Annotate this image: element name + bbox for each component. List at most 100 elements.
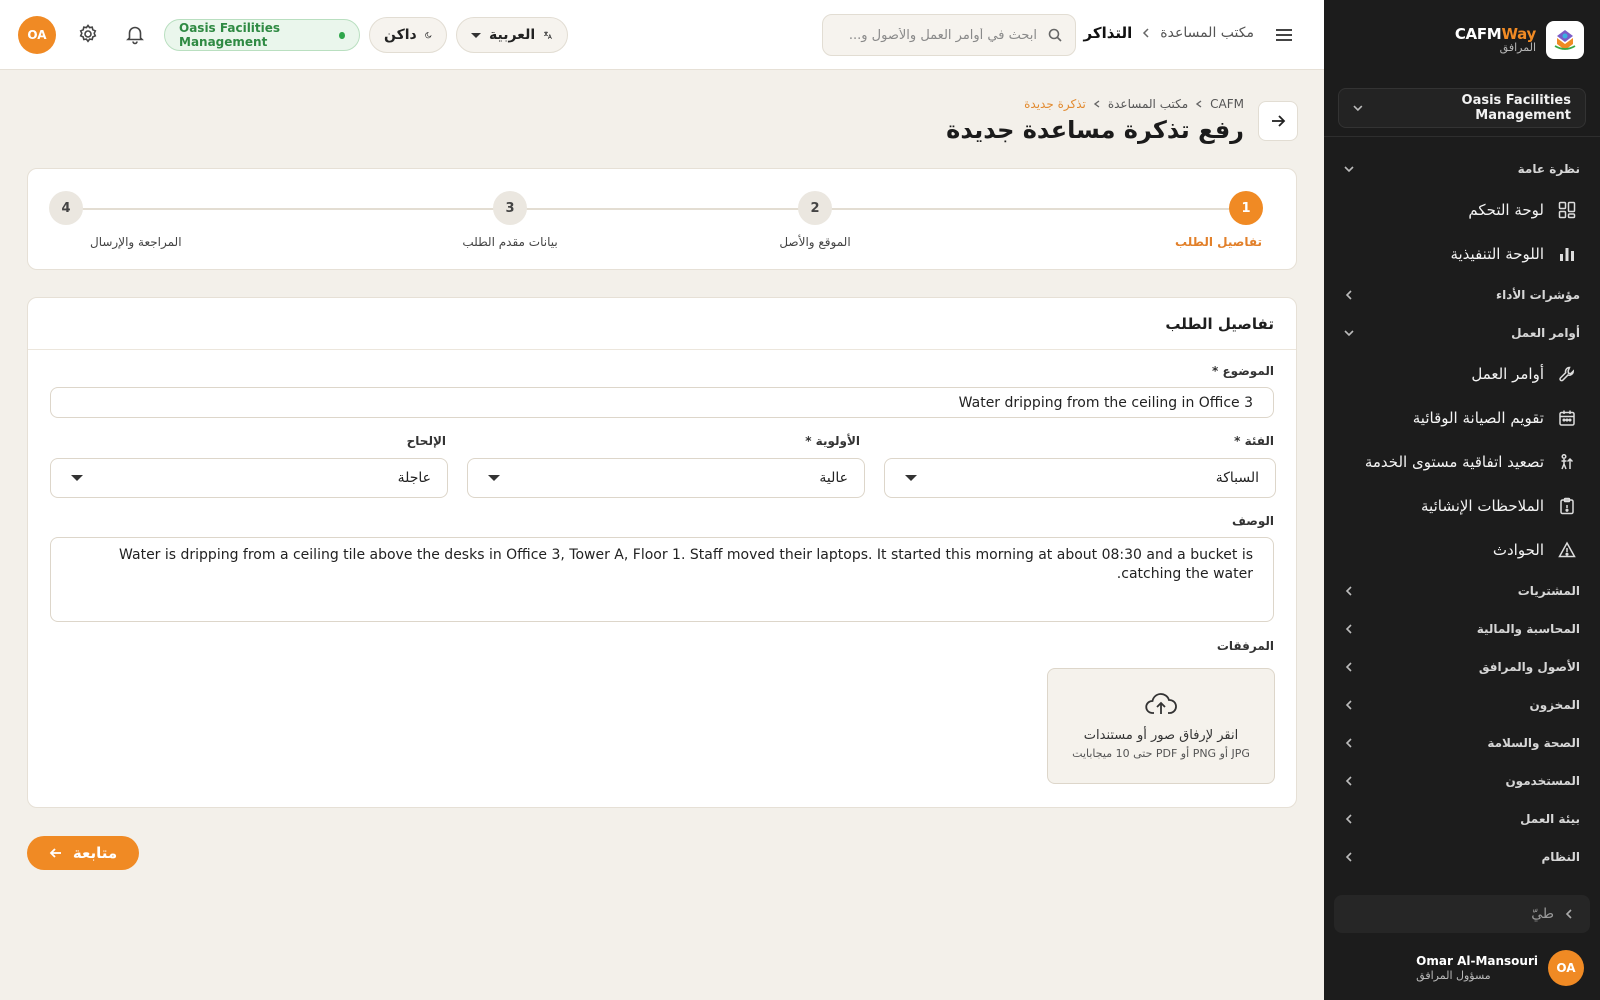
chevron-left-icon — [1565, 909, 1572, 919]
clipboard-icon — [1556, 495, 1578, 517]
top-breadcrumb: مكتب المساعدة التذاكر — [1084, 24, 1254, 42]
sidebar-item-sla-escalation[interactable]: تصعيد اتفاقية مستوى الخدمة — [1324, 440, 1600, 484]
nav-group-purchasing[interactable]: المشتريات — [1324, 572, 1600, 610]
nav-group-system[interactable]: النظام — [1324, 838, 1600, 876]
step-3[interactable]: 3 بيانات مقدم الطلب — [390, 191, 630, 249]
theme-toggle[interactable]: داكن — [369, 17, 447, 53]
theme-label: داكن — [384, 27, 417, 43]
nav-group-users[interactable]: المستخدمون — [1324, 762, 1600, 800]
step-number: 2 — [798, 191, 832, 225]
sidebar-nav: نظرة عامة لوحة التحكم اللوحة التنفيذية م… — [1324, 150, 1600, 890]
calendar-icon — [1556, 407, 1578, 429]
brand[interactable]: CAFMWay المرافق — [1455, 20, 1584, 60]
breadcrumb-item[interactable]: مكتب المساعدة — [1108, 97, 1188, 111]
subject-input[interactable]: Water dripping from the ceiling in Offic… — [50, 387, 1274, 418]
sidebar-user[interactable]: OA Omar Al-Mansouri مسؤول المرافق — [1416, 950, 1584, 986]
step-label: بيانات مقدم الطلب — [462, 235, 558, 249]
cloud-upload-icon — [1145, 693, 1177, 714]
chevron-left-icon — [1345, 700, 1352, 710]
urgency-label: الإلحاح — [406, 434, 446, 448]
subject-label: الموضوع * — [1212, 364, 1274, 378]
top-breadcrumb-parent[interactable]: مكتب المساعدة — [1160, 25, 1254, 41]
user-name: Omar Al-Mansouri — [1416, 953, 1538, 968]
step-2[interactable]: 2 الموقع والأصل — [695, 191, 935, 249]
top-bar: مكتب المساعدة التذاكر العربية داكن Oasis… — [0, 0, 1324, 70]
chevron-left-icon — [1093, 100, 1100, 108]
attachment-dropzone[interactable]: انقر لإرفاق صور أو مستندات JPG أو PNG أو… — [1047, 668, 1275, 784]
sidebar-item-work-orders[interactable]: أوامر العمل — [1324, 352, 1600, 396]
chevron-left-icon — [1345, 776, 1352, 786]
request-details-card: تفاصيل الطلب الموضوع * Water dripping fr… — [27, 297, 1297, 808]
bell-icon[interactable] — [122, 23, 146, 47]
breadcrumb-item[interactable]: CAFM — [1210, 97, 1244, 111]
search-icon — [1048, 28, 1062, 42]
language-select[interactable]: العربية — [456, 17, 568, 53]
nav-group-overview[interactable]: نظرة عامة — [1324, 150, 1600, 188]
sidebar-item-construction-notes[interactable]: الملاحظات الإنشائية — [1324, 484, 1600, 528]
user-avatar-button[interactable]: OA — [18, 16, 56, 54]
chevron-left-icon — [1345, 624, 1352, 634]
sidebar-item-pm-calendar[interactable]: تقويم الصيانة الوقائية — [1324, 396, 1600, 440]
chevron-left-icon — [1345, 814, 1352, 824]
nav-group-inventory[interactable]: المخزون — [1324, 686, 1600, 724]
search-input[interactable] — [835, 27, 1037, 43]
organization-select[interactable]: Oasis Facilities Management — [1338, 88, 1586, 128]
brand-logo-icon — [1546, 21, 1584, 59]
urgency-select[interactable]: عاجلة — [50, 458, 448, 498]
arrow-right-icon — [1272, 115, 1286, 127]
upload-hint: JPG أو PNG أو PDF حتى 10 ميجابايت — [1072, 747, 1250, 760]
brand-subtitle: المرافق — [1499, 41, 1536, 55]
gear-icon[interactable] — [75, 23, 99, 47]
step-1[interactable]: 1 تفاصيل الطلب — [1126, 191, 1366, 249]
organization-badge: Oasis Facilities Management — [164, 19, 360, 51]
chevron-down-icon — [1344, 330, 1354, 337]
bar-chart-icon — [1556, 243, 1578, 265]
step-label: الموقع والأصل — [779, 235, 851, 249]
nav-group-hse[interactable]: الصحة والسلامة — [1324, 724, 1600, 762]
sidebar-divider — [1324, 136, 1600, 137]
warning-icon — [1556, 539, 1578, 561]
continue-button[interactable]: متابعة — [27, 836, 139, 870]
description-textarea[interactable]: Water is dripping from a ceiling tile ab… — [50, 537, 1274, 622]
chevron-left-icon — [1345, 586, 1352, 596]
step-label: المراجعة والإرسال — [90, 235, 182, 249]
organization-badge-label: Oasis Facilities Management — [179, 21, 281, 49]
nav-group-work-orders[interactable]: أوامر العمل — [1324, 314, 1600, 352]
category-select[interactable]: السباكة — [884, 458, 1276, 498]
nav-group-accounting[interactable]: المحاسبة والمالية — [1324, 610, 1600, 648]
sidebar: CAFMWay المرافق Oasis Facilities Managem… — [1324, 0, 1600, 1000]
nav-group-environment[interactable]: بيئة العمل — [1324, 800, 1600, 838]
stepper: 1 تفاصيل الطلب 2 الموقع والأصل 3 بيانات … — [27, 168, 1297, 270]
back-button[interactable] — [1258, 101, 1298, 141]
translate-icon — [544, 31, 552, 39]
wrench-icon — [1556, 363, 1578, 385]
arrow-left-icon — [49, 848, 61, 858]
chevron-down-icon — [1344, 166, 1354, 173]
language-label: العربية — [489, 27, 536, 43]
top-breadcrumb-current: التذاكر — [1083, 24, 1133, 42]
priority-select[interactable]: عالية — [467, 458, 865, 498]
caret-down-icon — [905, 475, 917, 481]
menu-icon[interactable] — [1272, 23, 1296, 47]
step-number: 1 — [1229, 191, 1263, 225]
category-label: الفئة * — [1234, 434, 1274, 448]
nav-group-kpis[interactable]: مؤشرات الأداء — [1324, 276, 1600, 314]
chevron-left-icon — [1143, 28, 1149, 38]
priority-value: عالية — [819, 470, 848, 486]
caret-down-icon — [471, 32, 481, 38]
page-title: رفع تذكرة مساعدة جديدة — [946, 116, 1244, 144]
step-4[interactable]: 4 المراجعة والإرسال — [0, 191, 186, 249]
sidebar-item-incidents[interactable]: الحوادث — [1324, 528, 1600, 572]
sidebar-collapse-label: طيّ — [1531, 906, 1554, 922]
sidebar-item-executive[interactable]: اللوحة التنفيذية — [1324, 232, 1600, 276]
description-label: الوصف — [1231, 514, 1274, 528]
caret-down-icon — [71, 475, 83, 481]
dashboard-icon — [1556, 199, 1578, 221]
sidebar-collapse-button[interactable]: طيّ — [1334, 895, 1590, 933]
chevron-left-icon — [1345, 290, 1352, 300]
user-role: مسؤول المرافق — [1416, 968, 1491, 982]
caret-down-icon — [488, 475, 500, 481]
continue-label: متابعة — [72, 844, 118, 862]
global-search[interactable] — [822, 14, 1076, 56]
nav-group-assets[interactable]: الأصول والمرافق — [1324, 648, 1600, 686]
